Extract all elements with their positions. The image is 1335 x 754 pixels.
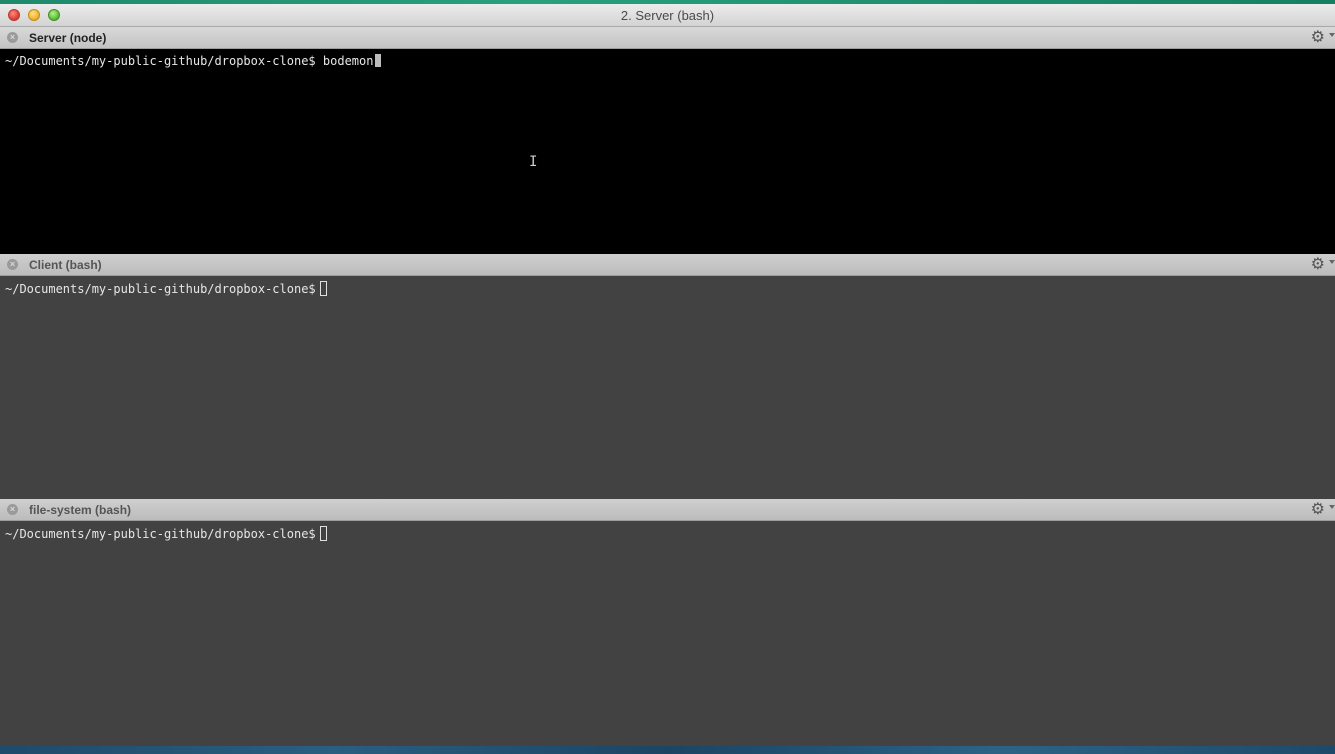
terminal-prompt: ~/Documents/my-public-github/dropbox-clo… bbox=[5, 527, 316, 541]
terminal-client[interactable]: ~/Documents/my-public-github/dropbox-clo… bbox=[0, 276, 1335, 499]
pane-title-server: Server (node) bbox=[29, 31, 107, 45]
window-titlebar[interactable]: 2. Server (bash) bbox=[0, 4, 1335, 27]
terminal-prompt: ~/Documents/my-public-github/dropbox-clo… bbox=[5, 282, 316, 296]
window-title: 2. Server (bash) bbox=[620, 8, 715, 23]
pane-header-client[interactable]: × Client (bash) ⚙ bbox=[0, 254, 1335, 276]
terminal-prompt: ~/Documents/my-public-github/dropbox-clo… bbox=[5, 54, 316, 68]
pane-header-file-system[interactable]: × file-system (bash) ⚙ bbox=[0, 499, 1335, 521]
text-cursor-icon: I bbox=[529, 154, 538, 170]
terminal-file-system[interactable]: ~/Documents/my-public-github/dropbox-clo… bbox=[0, 521, 1335, 746]
pane-title-file-system: file-system (bash) bbox=[29, 503, 132, 517]
gear-icon[interactable]: ⚙ bbox=[1311, 29, 1325, 46]
terminal-server[interactable]: ~/Documents/my-public-github/dropbox-clo… bbox=[0, 49, 1335, 254]
terminal-window: 2. Server (bash) × Server (node) ⚙ ~/Doc… bbox=[0, 4, 1335, 746]
pane-title-client: Client (bash) bbox=[29, 258, 102, 272]
close-icon[interactable]: × bbox=[7, 259, 18, 270]
terminal-command: bodemon bbox=[322, 54, 374, 68]
terminal-cursor bbox=[319, 281, 327, 296]
close-icon[interactable]: × bbox=[7, 32, 18, 43]
terminal-cursor bbox=[375, 54, 382, 67]
close-icon[interactable]: × bbox=[7, 504, 18, 515]
chevron-down-icon[interactable] bbox=[1329, 33, 1335, 37]
chevron-down-icon[interactable] bbox=[1329, 505, 1335, 509]
gear-icon[interactable]: ⚙ bbox=[1311, 501, 1325, 518]
terminal-cursor bbox=[319, 526, 327, 541]
chevron-down-icon[interactable] bbox=[1329, 260, 1335, 264]
gear-icon[interactable]: ⚙ bbox=[1311, 256, 1325, 273]
pane-header-server[interactable]: × Server (node) ⚙ bbox=[0, 27, 1335, 49]
